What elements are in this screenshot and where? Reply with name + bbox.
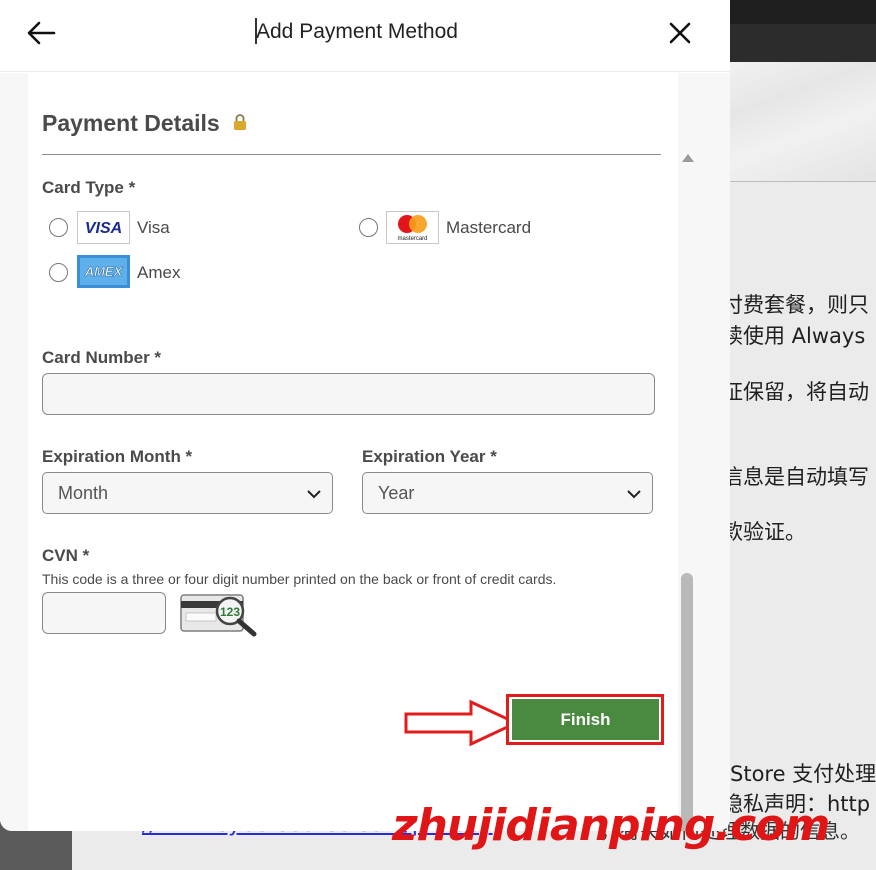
section-divider	[42, 154, 661, 155]
cvn-help-text: This code is a three or four digit numbe…	[42, 571, 557, 587]
section-title: Payment Details	[42, 110, 220, 136]
svg-text:123: 123	[220, 605, 240, 619]
background-text-line: 付费套餐，则只	[722, 293, 869, 317]
svg-text:VISA: VISA	[85, 220, 122, 237]
visa-label: Visa	[137, 218, 170, 237]
scroll-up-arrow-icon[interactable]	[681, 153, 695, 163]
amex-logo-icon: AMEX	[77, 255, 130, 288]
finish-button[interactable]: Finish	[512, 699, 659, 740]
card-type-label: Card Type *	[42, 178, 136, 197]
card-number-label: Card Number *	[42, 348, 162, 367]
cvn-input[interactable]	[42, 592, 166, 634]
payment-form: Payment Details Card Type * VISA Visa ma…	[28, 73, 678, 831]
cvn-label: CVN *	[42, 546, 90, 565]
close-icon	[669, 22, 691, 44]
modal-title: Add Payment Method	[256, 20, 458, 43]
visa-radio[interactable]	[49, 218, 68, 237]
mastercard-logo-icon: mastercard	[386, 211, 439, 244]
background-text-line: 信息是自动填写	[722, 465, 869, 489]
mastercard-radio[interactable]	[359, 218, 378, 237]
background-text-line: 款验证。	[722, 520, 806, 544]
arrow-left-icon	[27, 21, 56, 45]
add-payment-modal: Add Payment Method Payment Details Card …	[0, 0, 730, 831]
expiration-month-value: Month	[58, 483, 109, 503]
amex-label: Amex	[137, 263, 181, 282]
close-button[interactable]	[664, 16, 696, 50]
watermark-text: zhujidianping.com	[392, 800, 830, 851]
chevron-down-icon	[307, 490, 321, 499]
cvn-card-magnifier-icon: 123	[180, 591, 260, 637]
visa-logo-icon: VISA	[77, 211, 130, 244]
background-text-line: 证保留，将自动	[722, 380, 869, 404]
svg-text:AMEX: AMEX	[84, 264, 124, 279]
background-text-line: 续使用 Always	[722, 324, 866, 348]
mastercard-label: Mastercard	[446, 218, 532, 237]
amex-radio[interactable]	[49, 263, 68, 282]
expiration-year-label: Expiration Year *	[362, 447, 497, 466]
modal-body: Payment Details Card Type * VISA Visa ma…	[0, 73, 730, 831]
arrow-right-icon	[404, 699, 520, 747]
card-number-input[interactable]	[42, 373, 655, 415]
lock-icon	[234, 114, 246, 130]
background-divider	[730, 181, 876, 182]
expiration-year-select[interactable]: Year	[362, 472, 653, 514]
background-text-line: Store 支付处理	[730, 762, 876, 786]
back-button[interactable]	[24, 16, 60, 50]
expiration-month-select[interactable]: Month	[42, 472, 333, 514]
expiration-year-value: Year	[378, 483, 415, 503]
scrollbar-thumb[interactable]	[681, 573, 693, 831]
chevron-down-icon	[627, 490, 641, 499]
modal-header: Add Payment Method	[0, 0, 730, 72]
expiration-month-label: Expiration Month *	[42, 447, 193, 466]
svg-text:mastercard: mastercard	[397, 236, 427, 242]
